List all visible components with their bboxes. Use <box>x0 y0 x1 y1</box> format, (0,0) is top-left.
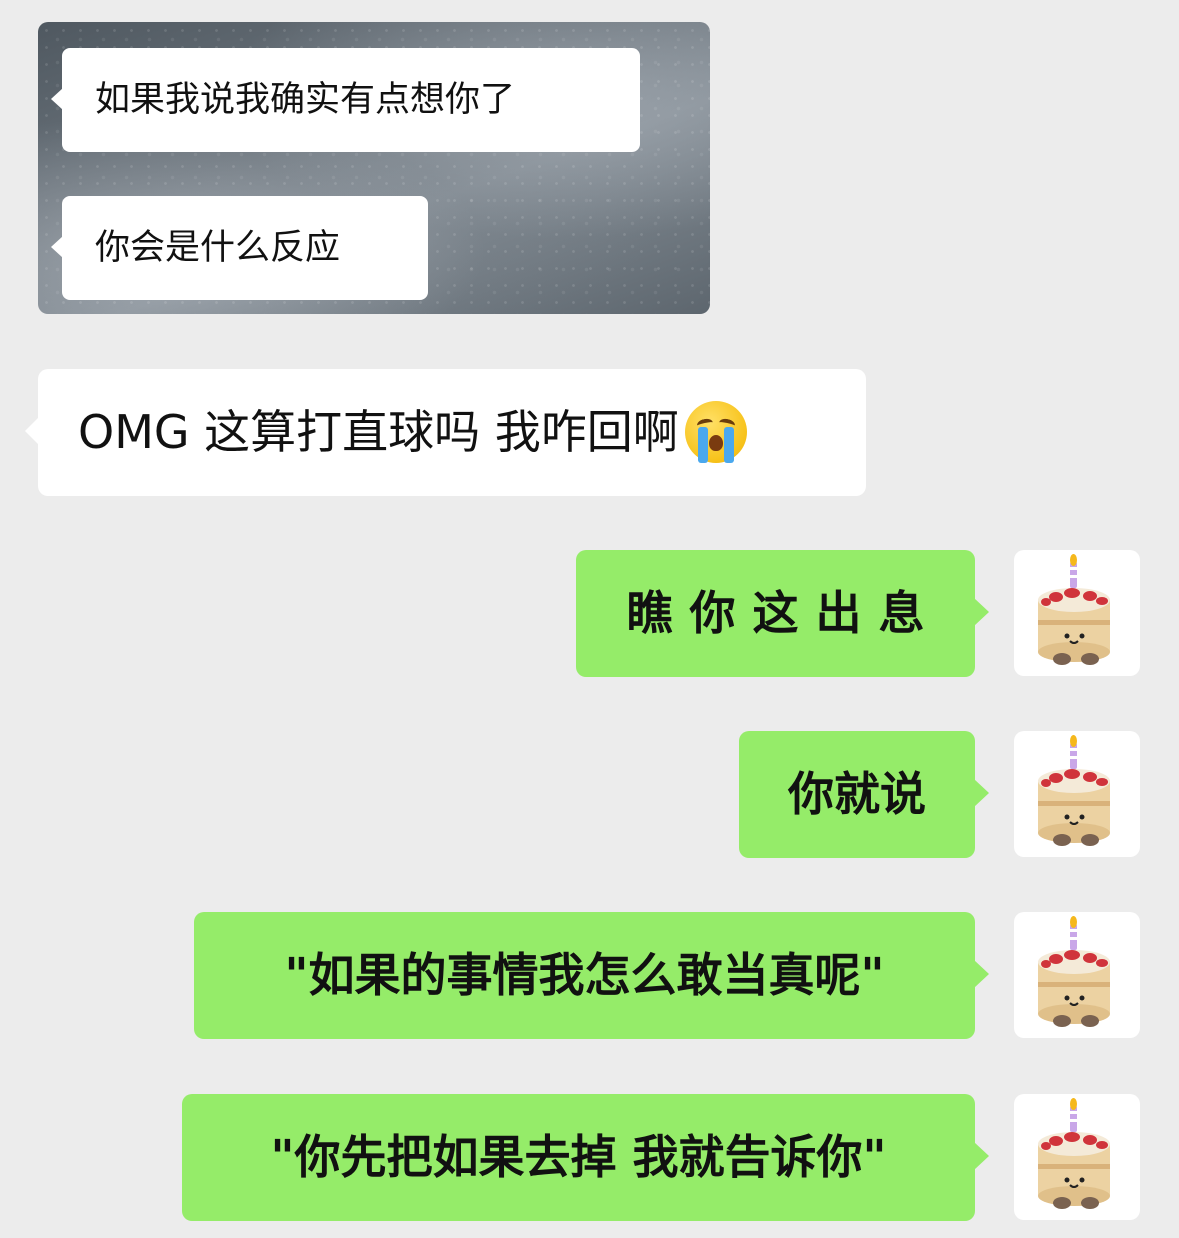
birthday-cake-avatar-icon <box>1038 735 1110 846</box>
received-message-bubble[interactable]: OMG 这算打直球吗 我咋回啊 <box>25 369 866 496</box>
avatar[interactable] <box>1014 550 1140 676</box>
sent-message-bubble[interactable]: 瞧你这出息 <box>576 550 989 677</box>
avatar[interactable] <box>1014 731 1140 857</box>
avatar[interactable] <box>1014 1094 1140 1220</box>
sent-message-bubble[interactable]: "你先把如果去掉 我就告诉你" <box>182 1094 989 1221</box>
sent-message-bubble[interactable]: 你就说 <box>739 731 989 858</box>
avatar[interactable] <box>1014 912 1140 1038</box>
birthday-cake-avatar-icon <box>1038 916 1110 1027</box>
screenshot-image-message[interactable]: 如果我说我确实有点想你了 你会是什么反应 <box>38 22 710 314</box>
quoted-bubble-2: 你会是什么反应 <box>51 196 428 300</box>
quoted-bubble-1: 如果我说我确实有点想你了 <box>51 48 640 152</box>
received-message-text: OMG 这算打直球吗 我咋回啊 <box>78 405 679 459</box>
birthday-cake-avatar-icon <box>1038 554 1110 665</box>
birthday-cake-avatar-icon <box>1038 1098 1110 1209</box>
sent-message-bubble[interactable]: "如果的事情我怎么敢当真呢" <box>194 912 989 1039</box>
crying-face-icon <box>684 400 747 463</box>
